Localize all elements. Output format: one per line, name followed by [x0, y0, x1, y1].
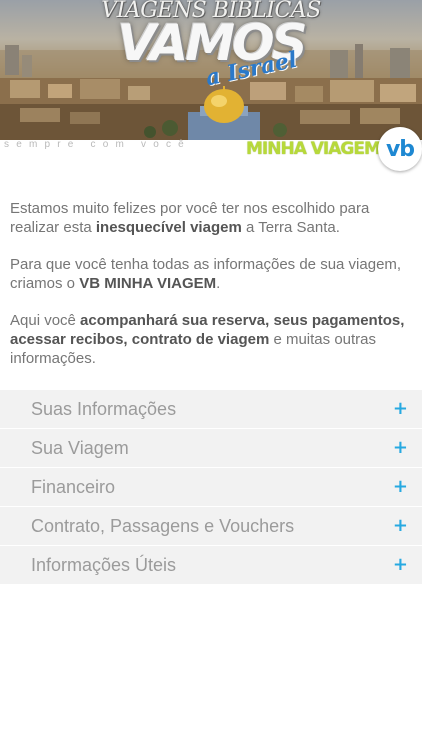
plus-icon[interactable]: + [393, 478, 408, 496]
accordion-item-contrato[interactable]: Contrato, Passagens e Vouchers + [0, 507, 422, 546]
accordion-item-label: Sua Viagem [31, 437, 129, 458]
accordion-item-label: Financeiro [31, 476, 116, 497]
header-banner: VIAGENS BIBLICAS VAMOS a Israel [0, 0, 422, 140]
plus-icon[interactable]: + [393, 439, 408, 457]
intro-paragraph-2: Para que você tenha todas as informações… [10, 255, 414, 293]
tagline: sempre com você [4, 139, 191, 150]
intro-text: Estamos muito felizes por você ter nos e… [10, 199, 414, 386]
accordion-item-suas-informacoes[interactable]: Suas Informações + [0, 390, 422, 429]
accordion-item-financeiro[interactable]: Financeiro + [0, 468, 422, 507]
vb-logo: vb [378, 127, 422, 171]
intro-highlight: VB MINHA VIAGEM [79, 275, 217, 292]
intro-text-span: . [216, 275, 221, 292]
accordion-item-label: Suas Informações [31, 398, 177, 419]
intro-paragraph-1: Estamos muito felizes por você ter nos e… [10, 199, 414, 237]
accordion-item-label: Informações Úteis [31, 554, 177, 575]
intro-text-span: Aqui você [10, 312, 81, 329]
plus-icon[interactable]: + [393, 400, 408, 418]
accordion-item-informacoes-uteis[interactable]: Informações Úteis + [0, 546, 422, 585]
intro-text-span: a Terra Santa. [241, 219, 340, 236]
plus-icon[interactable]: + [393, 517, 408, 535]
intro-paragraph-3: Aqui você acompanhará sua reserva, seus … [10, 311, 414, 368]
brand-name: MINHA VIAGEM [246, 139, 381, 159]
plus-icon[interactable]: + [393, 556, 408, 574]
accordion-item-sua-viagem[interactable]: Sua Viagem + [0, 429, 422, 468]
info-accordion: Suas Informações + Sua Viagem + Financei… [0, 390, 422, 585]
intro-highlight: inesquecível viagem [95, 219, 242, 236]
accordion-item-label: Contrato, Passagens e Vouchers [31, 515, 295, 536]
